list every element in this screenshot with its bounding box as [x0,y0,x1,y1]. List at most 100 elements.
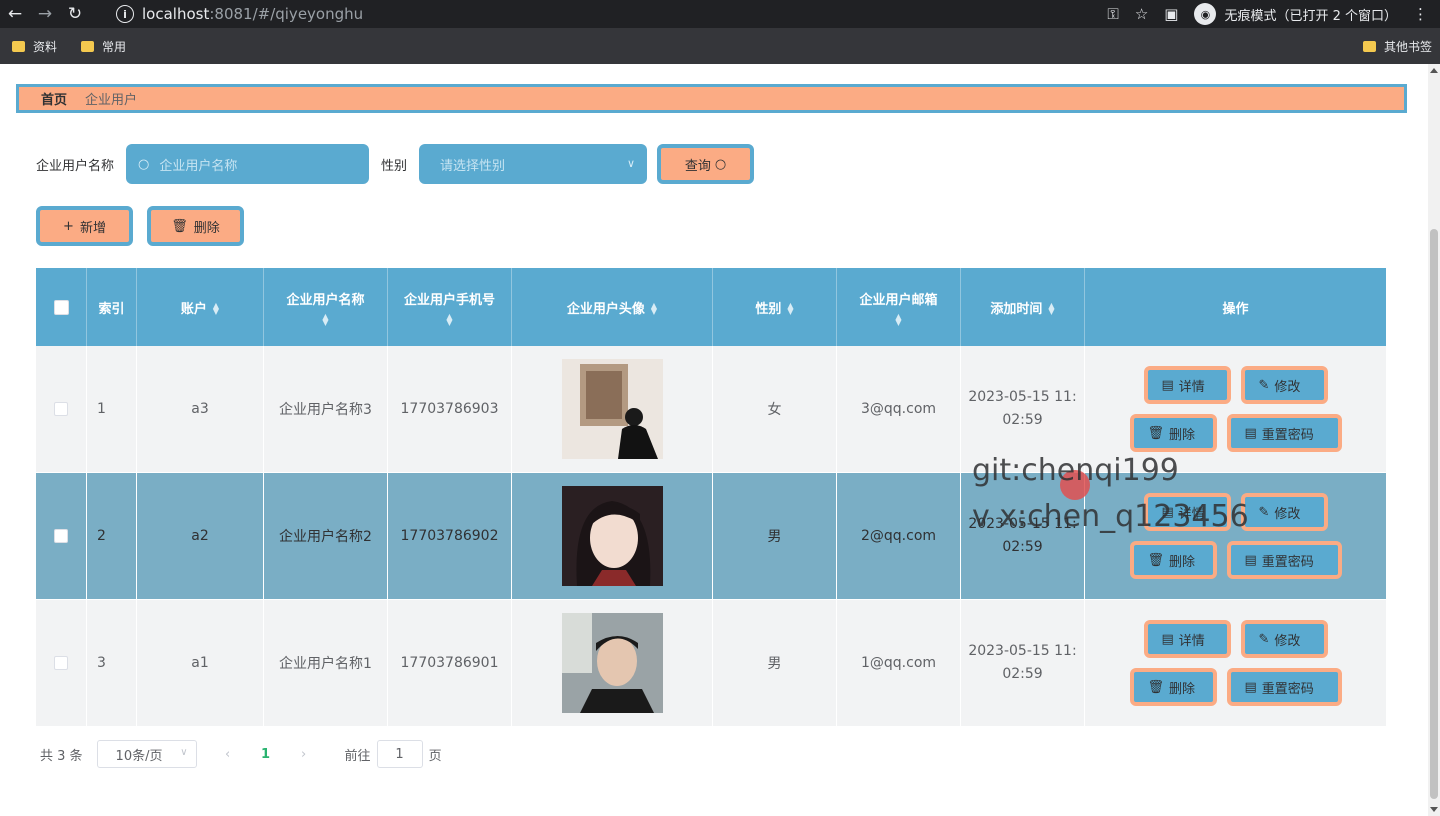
scroll-up-icon[interactable] [1430,68,1438,73]
delete-row-button[interactable]: 🗑 删除 [1129,668,1217,706]
gender-select[interactable]: 请选择性别 ∨ [419,144,648,184]
document-icon: ▤ [1244,679,1257,695]
pencil-icon: ✎ [1258,504,1270,520]
header-email[interactable]: 企业用户邮箱 ▲ ▼ [837,268,961,346]
back-icon[interactable]: ← [0,0,30,28]
avatar[interactable] [561,486,663,586]
delete-button[interactable]: 🗑 删除 [147,206,244,246]
search-form: 企业用户名称 ○ 企业用户名称 性别 请选择性别 ∨ 查询 ○ [36,144,755,184]
prev-page-icon[interactable]: ‹ [213,747,243,762]
address-bar[interactable]: i localhost:8081/#/qiyeyonghu [104,0,1164,28]
name-label: 企业用户名称 [36,158,115,174]
select-all-cell [36,268,87,346]
cell-actions: ▤ 详情 ✎ 修改 🗑 删除 ▤ 重置密码 [1085,346,1386,472]
pencil-icon: ✎ [1258,631,1270,647]
scroll-down-icon[interactable] [1430,807,1438,812]
cell-phone: 17703786901 [388,600,512,726]
info-icon[interactable]: i [116,5,134,23]
cell-index: 3 [87,600,137,726]
select-all-checkbox[interactable] [53,299,69,315]
next-page-icon[interactable]: › [289,747,319,762]
table-header: 索引 账户 ▲ ▼ 企业用户名称 ▲ ▼ 企业用户手机号 ▲ ▼ 企业用户头像 ▲ ▼ 性别 ▲ ▼… [36,268,1386,346]
cell-email: 2@qq.com [837,473,961,599]
cell-account: a1 [137,600,264,726]
sort-icon[interactable]: ▲ ▼ [446,312,452,326]
edit-button[interactable]: ✎ 修改 [1240,493,1328,531]
cursor-highlight [1060,470,1090,500]
bookmark-folder[interactable]: 常用 [81,38,126,55]
key-icon[interactable]: ⚿ [1107,5,1118,23]
header-actions: 操作 [1222,301,1249,317]
header-avatar[interactable]: 企业用户头像 ▲ ▼ [512,268,713,346]
table-row: 1 a3 企业用户名称3 17703786903 女 3@qq.com 2023… [36,346,1386,473]
trash-icon: 🗑 [1147,679,1165,695]
detail-button[interactable]: ▤ 详情 [1143,620,1231,658]
edit-button[interactable]: ✎ 修改 [1240,366,1328,404]
breadcrumb-current: 企业用户 [85,93,138,108]
table-row: 3 a1 企业用户名称1 17703786901 男 1@qq.com 2023… [36,600,1386,727]
gender-placeholder: 请选择性别 [440,158,506,174]
forward-icon[interactable]: → [30,0,60,28]
detail-button[interactable]: ▤ 详情 [1143,493,1231,531]
breadcrumb-home[interactable]: 首页 [41,89,67,108]
query-button[interactable]: 查询 ○ [657,144,755,184]
detail-button[interactable]: ▤ 详情 [1143,366,1231,404]
incognito-indicator[interactable]: ◉ 无痕模式（已打开 2 个窗口） [1194,3,1397,25]
cell-name: 企业用户名称2 [264,473,388,599]
header-name[interactable]: 企业用户名称 ▲ ▼ [264,268,388,346]
incognito-icon: ◉ [1194,3,1217,25]
sort-icon[interactable]: ▲ ▼ [787,302,793,316]
header-time[interactable]: 添加时间 ▲ ▼ [961,268,1085,346]
row-checkbox[interactable] [54,402,68,416]
scroll-thumb[interactable] [1430,229,1438,799]
sort-icon[interactable]: ▲ ▼ [895,312,901,326]
star-icon[interactable]: ☆ [1135,5,1148,23]
cell-email: 3@qq.com [837,346,961,472]
cell-gender: 女 [713,346,837,472]
edit-button[interactable]: ✎ 修改 [1240,620,1328,658]
scrollbar[interactable] [1428,64,1440,816]
page-unit: 页 [428,748,442,764]
header-gender[interactable]: 性别 ▲ ▼ [713,268,837,346]
avatar[interactable] [561,613,663,713]
header-account[interactable]: 账户 ▲ ▼ [137,268,264,346]
goto-label: 前往 [344,748,371,764]
row-checkbox[interactable] [54,656,68,670]
browser-toolbar: ← → ↻ i localhost:8081/#/qiyeyonghu ⚿ ☆ … [0,0,1440,28]
sidebar-icon[interactable]: ▣ [1164,5,1178,23]
reset-password-button[interactable]: ▤ 重置密码 [1226,541,1342,579]
reset-password-button[interactable]: ▤ 重置密码 [1226,668,1342,706]
document-icon: ▤ [1161,631,1174,647]
menu-icon[interactable]: ⋮ [1413,5,1428,23]
bookmark-folder[interactable]: 资料 [12,38,57,55]
sort-icon[interactable]: ▲ ▼ [322,312,328,326]
bookmarks-bar: 资料 常用 其他书签 [0,28,1440,64]
other-bookmarks[interactable]: 其他书签 [1362,28,1432,64]
search-input[interactable]: ○ 企业用户名称 [126,144,370,184]
sort-icon[interactable]: ▲ ▼ [651,302,657,316]
sort-icon[interactable]: ▲ ▼ [1048,302,1054,316]
total-count: 共 3 条 [40,748,83,764]
reload-icon[interactable]: ↻ [60,0,90,28]
trash-icon: 🗑 [171,218,188,234]
add-button[interactable]: + 新增 [36,206,133,246]
page-size-select[interactable]: 10条/页 ∨ [96,740,197,768]
page-number[interactable]: 1 [251,747,281,762]
gender-label: 性别 [381,158,408,174]
reset-password-button[interactable]: ▤ 重置密码 [1226,414,1342,452]
cell-gender: 男 [713,473,837,599]
cell-name: 企业用户名称3 [264,346,388,472]
document-icon: ▤ [1161,377,1174,393]
sort-icon[interactable]: ▲ ▼ [213,302,219,316]
row-checkbox[interactable] [54,529,68,543]
delete-row-button[interactable]: 🗑 删除 [1129,541,1217,579]
pencil-icon: ✎ [1258,377,1270,393]
search-icon: ○ [138,156,150,172]
goto-input[interactable]: 1 [376,740,423,768]
trash-icon: 🗑 [1147,552,1165,568]
cell-avatar [512,600,713,726]
cell-name: 企业用户名称1 [264,600,388,726]
avatar[interactable] [561,359,663,459]
header-phone[interactable]: 企业用户手机号 ▲ ▼ [388,268,512,346]
delete-row-button[interactable]: 🗑 删除 [1129,414,1217,452]
